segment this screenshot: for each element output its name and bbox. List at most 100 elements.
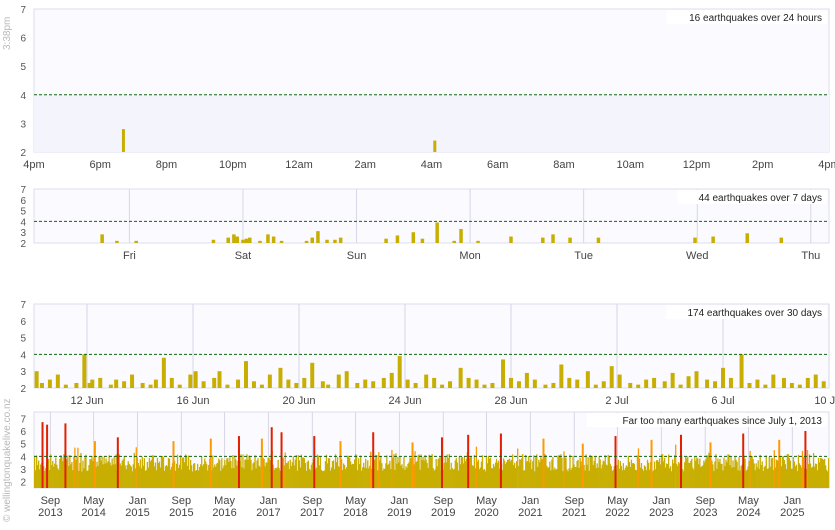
bar xyxy=(745,233,749,243)
bar xyxy=(34,371,39,388)
x-tick-label: Wed xyxy=(686,250,708,262)
x-tick-label: Tue xyxy=(574,250,593,262)
bar xyxy=(435,222,439,243)
x-tick-label: Jan 2015 xyxy=(125,495,149,519)
bar xyxy=(813,374,818,388)
bar xyxy=(433,140,437,152)
bar xyxy=(532,379,537,388)
bar xyxy=(413,382,418,388)
bar xyxy=(662,381,667,388)
y-tick-label: 3 xyxy=(20,465,26,476)
bar xyxy=(279,240,284,243)
bar xyxy=(466,377,471,388)
bar xyxy=(316,231,320,243)
chart-title: 44 earthquakes over 7 days xyxy=(699,193,822,204)
bar xyxy=(779,237,784,243)
bar-peak xyxy=(440,437,443,488)
bar-peak xyxy=(742,433,745,488)
y-tick-label: 5 xyxy=(20,440,26,451)
bar xyxy=(241,239,245,243)
y-tick-label: 7 xyxy=(20,5,26,16)
bar-peak xyxy=(93,441,96,488)
y-tick-label: 5 xyxy=(20,334,26,345)
x-tick-label: 4am xyxy=(421,159,442,171)
y-tick-label: 3 xyxy=(20,119,26,130)
x-tick-label: 8pm xyxy=(156,159,177,171)
bar xyxy=(47,379,52,388)
x-tick-label: May 2020 xyxy=(474,495,498,519)
bar-peak xyxy=(467,434,470,488)
y-tick-label: 6 xyxy=(20,317,26,328)
bar xyxy=(232,234,236,243)
bar-peak xyxy=(41,422,44,488)
bar xyxy=(509,377,513,388)
bar xyxy=(763,384,768,388)
bar xyxy=(381,377,386,388)
bar xyxy=(482,384,487,388)
bar xyxy=(217,371,222,388)
bar xyxy=(575,379,580,388)
bar xyxy=(271,236,276,243)
x-tick-label: Thu xyxy=(801,250,820,262)
bar xyxy=(568,237,572,243)
bar xyxy=(686,376,691,388)
x-tick-label: 24 Jun xyxy=(388,395,421,407)
x-tick-label: May 2024 xyxy=(736,495,760,519)
bar xyxy=(108,384,113,388)
x-tick-label: May 2022 xyxy=(605,495,629,519)
bar xyxy=(193,371,198,388)
bar xyxy=(304,240,309,243)
bar xyxy=(476,240,480,243)
bar xyxy=(115,240,119,243)
bar xyxy=(344,371,349,388)
bar xyxy=(585,371,590,388)
bar xyxy=(440,384,445,388)
timestamp-label: 3:38pm xyxy=(2,16,13,50)
bar xyxy=(636,384,641,388)
x-tick-label: 10 Jul xyxy=(814,395,835,407)
bar xyxy=(474,379,479,388)
x-tick-label: 10am xyxy=(616,159,644,171)
x-tick-label: 2pm xyxy=(752,159,773,171)
chart-panel-2: 234567 Fri Sat Sun Mon Tue Wed Thu 44 earthquake… xyxy=(20,185,830,262)
bar-peak xyxy=(260,438,263,488)
bar xyxy=(98,377,103,388)
bar xyxy=(384,238,388,243)
bar xyxy=(211,239,216,243)
bar xyxy=(458,367,463,388)
bar xyxy=(516,381,521,388)
bar xyxy=(601,381,606,388)
x-tick-label: 4pm xyxy=(23,159,44,171)
bar xyxy=(501,359,506,388)
bar-peak xyxy=(680,434,683,488)
chart-title: 16 earthquakes over 24 hours xyxy=(689,13,822,24)
bar xyxy=(509,236,513,243)
bar xyxy=(130,374,135,388)
bar xyxy=(338,237,343,243)
bar xyxy=(693,237,697,243)
bar xyxy=(266,234,270,243)
bar xyxy=(432,377,437,388)
x-tick-label: Jan 2021 xyxy=(518,495,542,519)
bar xyxy=(397,356,402,388)
x-tick-label: 12am xyxy=(285,159,313,171)
bar xyxy=(789,382,794,388)
bar xyxy=(355,382,360,388)
x-tick-label: Sep 2021 xyxy=(562,495,586,519)
bar xyxy=(114,379,119,388)
bar-peak xyxy=(411,442,414,488)
bar xyxy=(805,377,810,388)
bar xyxy=(797,384,802,388)
x-tick-label: May 2018 xyxy=(343,495,367,519)
bar xyxy=(395,235,400,243)
bar xyxy=(302,377,307,388)
bar xyxy=(278,367,283,388)
y-tick-label: 2 xyxy=(20,239,26,250)
bar xyxy=(543,384,548,388)
bar-peak xyxy=(709,442,712,488)
y-tick-label: 6 xyxy=(20,34,26,45)
chart-panel-3: 2 3 4 5 6 7 12 Jun 16 Jun 20 Jun 24 Jun 28 Jun 2 Ju… xyxy=(20,300,835,407)
bar xyxy=(258,240,262,243)
bar xyxy=(325,239,329,243)
bar xyxy=(705,379,710,388)
